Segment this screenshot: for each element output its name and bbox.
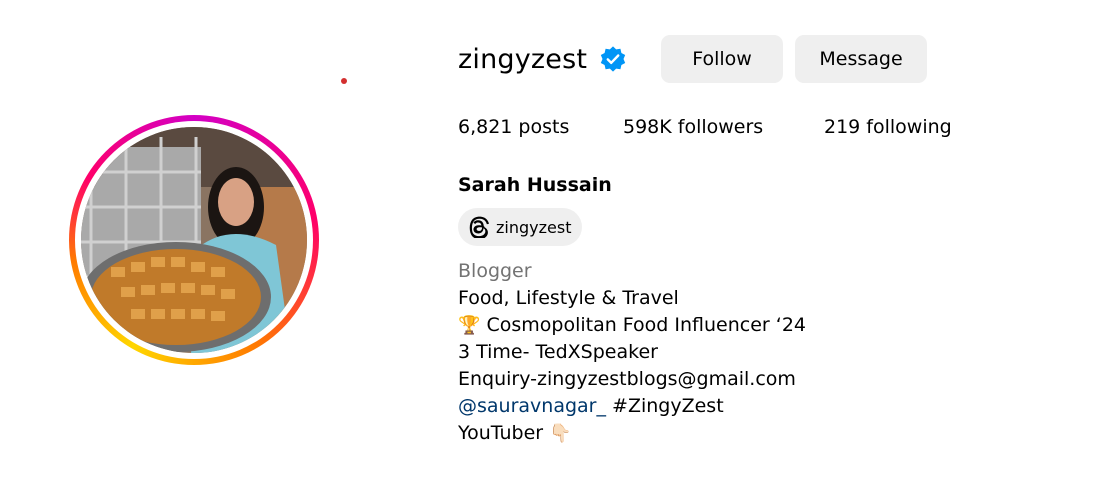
message-button[interactable]: Message: [795, 35, 927, 83]
hashtag-text: #ZingyZest: [605, 395, 724, 417]
story-ring[interactable]: [69, 115, 319, 365]
bio-line: Enquiry-zingyzestblogs@gmail.com: [458, 368, 796, 390]
followers-link[interactable]: 598K followers: [623, 116, 763, 138]
profile-header: zingyzest: [458, 35, 627, 83]
username: zingyzest: [458, 43, 588, 75]
threads-handle: zingyzest: [496, 217, 572, 237]
follow-button[interactable]: Follow: [661, 35, 783, 83]
bio-text: YouTuber: [458, 422, 550, 444]
threads-icon: [468, 216, 490, 240]
pointing-down-icon: 👇🏻: [549, 423, 572, 444]
posts-count: 6,821 posts: [458, 116, 570, 138]
following-link[interactable]: 219 following: [824, 116, 952, 138]
avatar-image: [81, 127, 307, 353]
bio-line: YouTuber 👇🏻: [458, 420, 806, 447]
bio: Blogger Food, Lifestyle & Travel 🏆 Cosmo…: [458, 258, 806, 447]
bio-line: Food, Lifestyle & Travel: [458, 287, 679, 309]
red-dot-marker: [341, 78, 347, 84]
mention-link[interactable]: @sauravnagar_: [458, 395, 606, 417]
verified-badge-icon: [599, 45, 627, 73]
trophy-icon: 🏆: [458, 315, 481, 336]
bio-line: 🏆 Cosmopolitan Food Influencer ‘24: [458, 312, 806, 339]
avatar-border: [75, 121, 313, 359]
full-name: Sarah Hussain: [458, 174, 612, 196]
category-label: Blogger: [458, 260, 532, 282]
bio-line: 3 Time- TedXSpeaker: [458, 341, 658, 363]
bio-line: @sauravnagar_ #ZingyZest: [458, 393, 806, 420]
threads-link[interactable]: zingyzest: [458, 208, 583, 246]
avatar[interactable]: [81, 127, 307, 353]
bio-text: Cosmopolitan Food Influencer ‘24: [480, 314, 806, 336]
